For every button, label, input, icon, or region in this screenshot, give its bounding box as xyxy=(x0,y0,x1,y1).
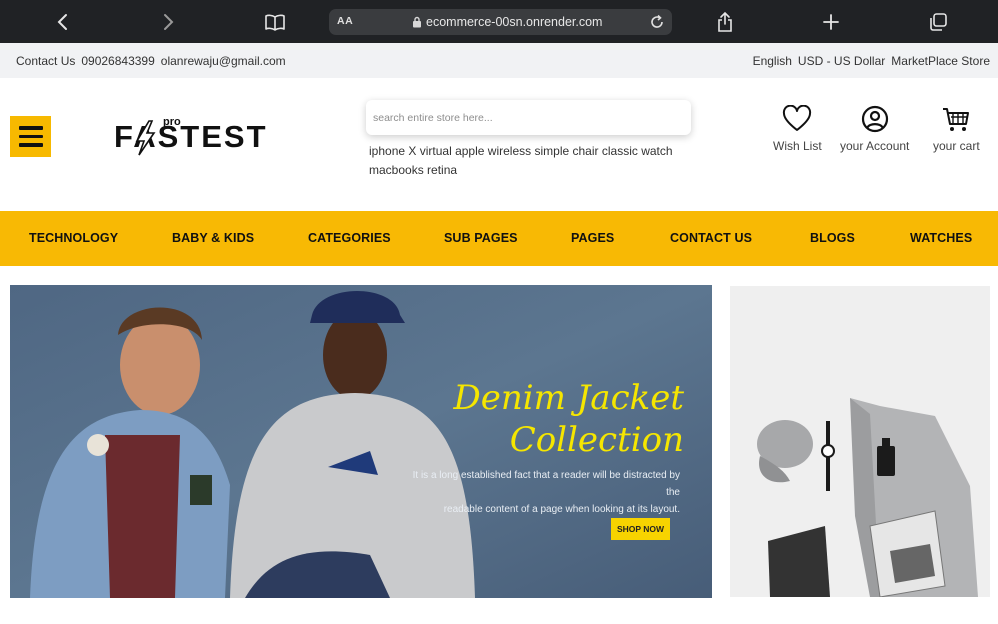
hero-title-line2: Collection xyxy=(509,420,684,460)
suggestion-link[interactable]: classic watch xyxy=(602,144,673,158)
side-banner[interactable] xyxy=(730,286,990,597)
shop-now-button[interactable]: SHOP NOW xyxy=(611,518,670,540)
site-logo[interactable]: pro FASTEST xyxy=(113,111,308,157)
side-banner-image xyxy=(730,286,990,597)
new-tab-icon[interactable] xyxy=(817,8,845,36)
user-icon xyxy=(861,105,888,133)
main-nav: TECHNOLOGY BABY & KIDS CATEGORIES SUB PA… xyxy=(0,211,998,266)
forward-icon[interactable] xyxy=(154,8,182,36)
currency-selector[interactable]: USD - US Dollar xyxy=(798,54,885,68)
text-size-button[interactable]: AA xyxy=(337,15,353,27)
account-button[interactable]: your Account xyxy=(840,105,909,153)
menu-icon[interactable] xyxy=(10,116,51,157)
nav-item-categories[interactable]: CATEGORIES xyxy=(308,231,391,245)
cart-button[interactable]: your cart xyxy=(933,105,980,153)
back-icon[interactable] xyxy=(49,8,77,36)
nav-item-watches[interactable]: WATCHES xyxy=(910,231,972,245)
heart-icon xyxy=(783,105,812,131)
suggestion-link[interactable]: wireless xyxy=(488,144,531,158)
top-info-bar: Contact Us 09026843399 olanrewaju@gmail.… xyxy=(0,43,998,78)
hero-text-line2: readable content of a page when looking … xyxy=(443,504,680,515)
phone-number: 09026843399 xyxy=(81,54,155,68)
nav-item-pages[interactable]: PAGES xyxy=(571,231,614,245)
suggestion-link[interactable]: iphone X xyxy=(369,144,416,158)
nav-item-blogs[interactable]: BLOGS xyxy=(810,231,855,245)
nav-item-contact-us[interactable]: CONTACT US xyxy=(670,231,752,245)
contact-us-link[interactable]: Contact Us xyxy=(16,54,75,68)
suggestion-link[interactable]: macbooks xyxy=(369,163,424,177)
browser-toolbar: AA ecommerce-00sn.onrender.com xyxy=(0,0,998,43)
hero-text-line1: It is a long established fact that a rea… xyxy=(412,470,680,498)
suggestion-link[interactable]: simple chair xyxy=(534,144,598,158)
nav-item-baby-kids[interactable]: BABY & KIDS xyxy=(172,231,254,245)
language-selector[interactable]: English xyxy=(753,54,792,68)
cart-label: your cart xyxy=(933,139,980,153)
share-icon[interactable] xyxy=(711,8,739,36)
nav-item-technology[interactable]: TECHNOLOGY xyxy=(29,231,118,245)
email-link[interactable]: olanrewaju@gmail.com xyxy=(161,54,286,68)
logo-text: FASTEST xyxy=(114,119,268,154)
bookmarks-icon[interactable] xyxy=(261,8,289,36)
address-bar[interactable]: AA ecommerce-00sn.onrender.com xyxy=(329,9,672,35)
url-text: ecommerce-00sn.onrender.com xyxy=(426,15,603,29)
wishlist-label: Wish List xyxy=(773,139,822,153)
suggestion-link[interactable]: virtual xyxy=(420,144,452,158)
reload-icon[interactable] xyxy=(648,13,666,31)
hero-description: It is a long established fact that a rea… xyxy=(410,467,680,518)
hero-banner[interactable]: Denim Jacket Collection It is a long est… xyxy=(10,285,712,598)
suggestion-link[interactable]: retina xyxy=(427,163,457,177)
suggestion-link[interactable]: apple xyxy=(455,144,484,158)
account-label: your Account xyxy=(840,139,910,153)
search-suggestions: iphone X virtual apple wireless simple c… xyxy=(369,142,699,180)
lock-icon xyxy=(413,16,421,28)
search-box xyxy=(366,100,691,135)
tabs-icon[interactable] xyxy=(924,8,952,36)
wishlist-button[interactable]: Wish List xyxy=(773,105,822,153)
nav-item-sub-pages[interactable]: SUB PAGES xyxy=(444,231,518,245)
hero-title: Denim Jacket Collection xyxy=(453,377,684,461)
search-input[interactable] xyxy=(366,100,691,135)
hero-title-line1: Denim Jacket xyxy=(453,378,684,418)
cart-icon xyxy=(943,108,970,131)
store-link[interactable]: MarketPlace Store xyxy=(891,54,990,68)
site-header: pro FASTEST iphone X virtual apple wirel… xyxy=(0,78,998,210)
